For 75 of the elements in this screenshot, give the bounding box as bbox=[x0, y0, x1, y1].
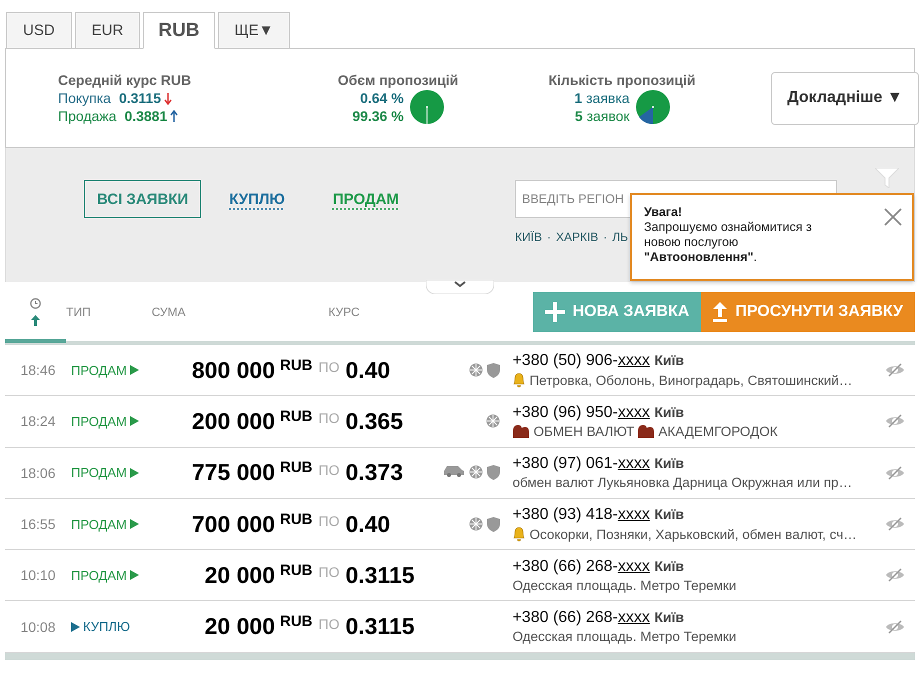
time-cell-text: 18:24 bbox=[19, 413, 57, 430]
volume-share: 99.36 % bbox=[352, 107, 404, 125]
stat-title: Кількість пропозицій bbox=[548, 71, 696, 89]
rate: 0.365 bbox=[345, 408, 404, 435]
phone-number: +380 (66) 268-xxxx Київ bbox=[512, 609, 686, 628]
phone-number: +380 (97) 061-xxxx Київ bbox=[512, 455, 686, 474]
amount: 800 000 bbox=[190, 356, 275, 384]
time-cell-text: 10:08 bbox=[19, 618, 57, 635]
per-label: ПО bbox=[318, 564, 340, 580]
rate: 0.40 bbox=[345, 510, 392, 538]
per-label: ПО bbox=[318, 410, 340, 426]
currency: RUB bbox=[280, 613, 312, 630]
note-text: обмен валют Лукьяновка Дарница Окружная или пр… bbox=[512, 475, 852, 490]
amount: 20 000 bbox=[204, 613, 275, 640]
per-label: ПО bbox=[318, 462, 340, 478]
separator-dot: · bbox=[603, 230, 608, 244]
per-label: ПО bbox=[318, 359, 340, 376]
note-text: Одесская площадь. Метро Теремки bbox=[512, 578, 736, 593]
stat-title: Середній курс RUB bbox=[58, 71, 192, 89]
separator-dot: · bbox=[546, 230, 551, 244]
deal-type: ПРОДАМ bbox=[71, 516, 127, 532]
amount: 200 000 bbox=[190, 408, 275, 435]
city: Київ bbox=[654, 506, 684, 522]
phone-number: +380 (93) 418-xxxx Київ bbox=[512, 506, 686, 524]
rate: 0.3115 bbox=[345, 562, 416, 589]
note-text: Одесская площадь. Метро Теремки bbox=[512, 629, 736, 644]
note-text: Осокорки, Позняки, Харьковский, обмен валют, сч… bbox=[529, 526, 857, 542]
stat-title: Обєм пропозицій bbox=[338, 71, 458, 89]
rate: 0.373 bbox=[345, 459, 404, 486]
time-cell-text: 16:55 bbox=[19, 516, 57, 532]
offer-word: заявка bbox=[586, 90, 630, 106]
note-text: АКАДЕМГОРОДОК bbox=[658, 424, 778, 439]
rate: 0.40 bbox=[345, 356, 392, 384]
popup-text: Запрошуємо ознайомитися з новою послугою "Автооновлення". bbox=[644, 220, 813, 265]
phone-number: +380 (50) 906-xxxx Київ bbox=[512, 352, 686, 370]
offer-word: заявок bbox=[586, 108, 630, 124]
phone-number: +380 (96) 950-xxxx Київ bbox=[512, 404, 686, 422]
time-cell-text: 18:46 bbox=[19, 362, 57, 378]
amount: 700 000 bbox=[190, 510, 275, 538]
city: Київ bbox=[654, 352, 684, 368]
note-text: Петровка, Оболонь, Виноградарь, Святошинский… bbox=[529, 372, 852, 388]
per-label: ПО bbox=[318, 616, 340, 632]
amount: 20 000 bbox=[204, 562, 275, 589]
column-header: СУМА bbox=[152, 304, 187, 318]
city: Київ bbox=[654, 558, 684, 574]
popup-title: Увага! bbox=[644, 205, 684, 220]
column-header: ТИП bbox=[66, 304, 92, 318]
deal-type: ПРОДАМ bbox=[71, 414, 127, 429]
column-header: КУРС bbox=[328, 304, 361, 318]
currency: RUB bbox=[280, 562, 312, 579]
offer-count: 1 bbox=[574, 90, 582, 106]
offer-count: 5 bbox=[574, 108, 583, 124]
sell-label: Продажа bbox=[58, 107, 116, 125]
currency: RUB bbox=[280, 459, 312, 476]
time-cell-text: 18:06 bbox=[19, 464, 57, 481]
deal-type: КУПЛЮ bbox=[83, 619, 130, 634]
volume-share: 0.64 % bbox=[360, 89, 404, 107]
amount: 775 000 bbox=[190, 459, 275, 486]
deal-type: ПРОДАМ bbox=[71, 465, 127, 480]
currency: RUB bbox=[280, 408, 312, 425]
per-label: ПО bbox=[318, 513, 340, 530]
city: Київ bbox=[654, 404, 684, 420]
deal-type: ПРОДАМ bbox=[71, 568, 127, 583]
city: Київ bbox=[654, 455, 684, 472]
note-text: ОБМЕН ВАЛЮТ bbox=[533, 424, 634, 439]
time-cell-text: 10:10 bbox=[19, 567, 57, 584]
currency: RUB bbox=[280, 510, 312, 528]
rate: 0.3115 bbox=[345, 613, 416, 640]
phone-number: +380 (66) 268-xxxx Київ bbox=[512, 558, 686, 576]
deal-type: ПРОДАМ bbox=[71, 362, 127, 378]
buy-rate: 0.3115 bbox=[118, 89, 161, 107]
sell-rate: 0.3881 bbox=[124, 107, 168, 125]
city: Київ bbox=[654, 609, 684, 626]
buy-label: Покупка bbox=[58, 89, 111, 107]
currency: RUB bbox=[280, 356, 312, 374]
